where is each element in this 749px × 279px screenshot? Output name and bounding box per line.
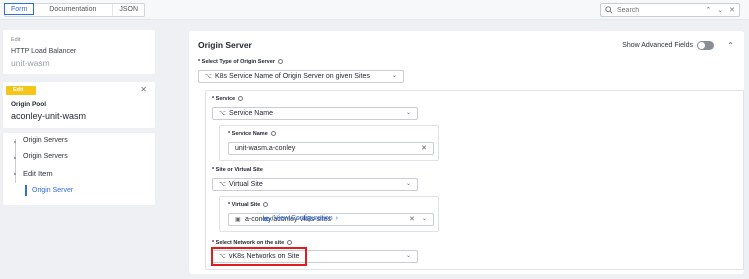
branch-icon: ⌥	[205, 74, 212, 80]
pool-type: Origin Pool	[11, 101, 47, 108]
pool-name: aconley-unit-wasm	[11, 111, 87, 121]
tree-item-label: Origin Servers	[23, 137, 68, 144]
chevron-down-icon: ⌄	[405, 110, 411, 116]
search-input[interactable]	[617, 6, 693, 14]
chevron-right-icon: ›	[335, 215, 338, 222]
chevron-down-icon: ⌄	[405, 181, 411, 187]
tab-json[interactable]: JSON	[113, 4, 144, 16]
branch-icon: ⌥	[219, 111, 226, 117]
chevron-down-icon[interactable]: ⌄	[717, 6, 723, 14]
advanced-fields-label: Show Advanced Fields	[622, 42, 693, 49]
tree-item-origin-servers[interactable]: Origin Servers	[14, 137, 68, 144]
panel-title: Origin Server	[198, 40, 252, 50]
service-name-label: * Service Name	[228, 131, 276, 137]
clear-icon[interactable]: ✕	[421, 143, 427, 154]
tree-item-origin-server[interactable]: Origin Server	[25, 185, 73, 196]
edit-badge: Edit	[6, 86, 36, 95]
site-field-label: * Site or Virtual Site	[212, 167, 263, 173]
info-icon	[270, 131, 276, 137]
origin-type-select[interactable]: ⌥ K8s Service Name of Origin Server on gi…	[198, 70, 404, 83]
virtual-site-label: * Virtual Site	[228, 202, 269, 208]
toggle-switch[interactable]	[697, 41, 714, 50]
close-icon[interactable]: ✕	[729, 6, 735, 14]
eye-icon	[262, 216, 271, 221]
branch-icon: ⌥	[219, 182, 226, 188]
advanced-fields-toggle[interactable]: Show Advanced Fields	[622, 41, 714, 50]
network-field-label: * Select Network on the site	[212, 240, 293, 246]
collapse-icon[interactable]: ⌃	[727, 41, 734, 50]
chevron-down-icon: ⌄	[405, 253, 411, 259]
search-box: ⌃ ⌄ ✕	[600, 3, 740, 17]
tab-form[interactable]: Form	[4, 3, 35, 15]
edit-object-name: unit-wasm	[11, 58, 50, 68]
chevron-down-icon: ⌄	[391, 73, 397, 79]
search-icon	[605, 6, 613, 14]
info-icon	[263, 202, 269, 208]
service-select[interactable]: ⌥ Service Name ⌄	[212, 107, 418, 120]
site-type-select[interactable]: ⌥ Virtual Site ⌄	[212, 178, 418, 191]
edit-object-type: HTTP Load Balancer	[11, 48, 77, 55]
top-toolbar: Form Documentation JSON ⌃ ⌄ ✕	[0, 0, 749, 20]
view-configuration-link[interactable]: View Configuration ›	[262, 215, 338, 222]
info-icon	[287, 240, 293, 246]
tree-item-label: Edit Item	[23, 169, 53, 178]
tree-item-edit-item[interactable]: Edit Item	[14, 169, 53, 178]
service-name-input[interactable]: unit-wasm.a-conley ✕	[228, 142, 434, 155]
info-icon	[238, 96, 244, 102]
edit-breadcrumb-card[interactable]: Edit HTTP Load Balancer unit-wasm	[3, 30, 155, 74]
tab-documentation[interactable]: Documentation	[33, 4, 114, 16]
chevron-down-icon: ⌄	[421, 216, 427, 222]
object-icon: ▣	[235, 217, 241, 223]
type-field-label: * Select Type of Origin Server	[198, 59, 283, 65]
close-icon[interactable]: ✕	[140, 85, 147, 94]
highlight-box	[211, 247, 307, 266]
chevron-up-icon[interactable]: ⌃	[705, 6, 711, 14]
origin-pool-card[interactable]: Edit ✕ Origin Pool aconley-unit-wasm	[3, 82, 155, 128]
view-tabs: Form Documentation JSON	[4, 3, 146, 17]
tree-item-origin-servers[interactable]: Origin Servers	[14, 153, 68, 160]
clear-icon[interactable]: ✕	[409, 214, 415, 225]
edit-label: Edit	[11, 37, 21, 43]
tree-connector	[15, 139, 16, 183]
info-icon	[277, 59, 283, 65]
service-field-label: * Service	[212, 96, 244, 102]
tree-item-label: Origin Servers	[23, 153, 68, 160]
